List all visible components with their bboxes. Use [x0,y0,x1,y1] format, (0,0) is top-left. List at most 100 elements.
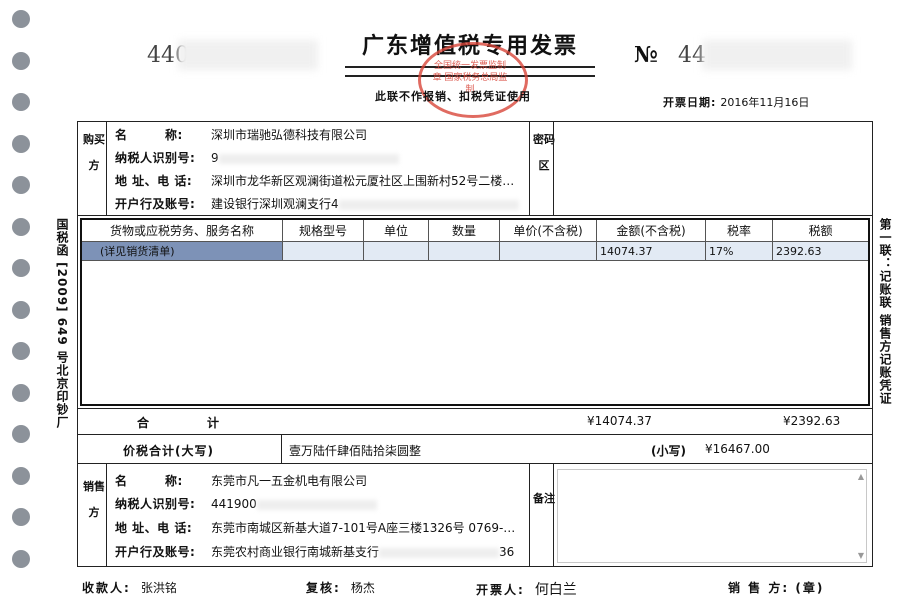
buyer-taxid-label: 纳税人识别号: [115,151,196,165]
remark-textarea[interactable]: ▲ ▼ [557,469,867,563]
seller-section: 销售方 名 称: 东莞市凡一五金机电有限公司 纳税人识别号: 441900 地 址、… [77,464,873,567]
cell-price[interactable] [499,241,597,261]
buyer-name-label: 名 称: [115,128,183,142]
binder-hole [12,466,30,485]
totals-row: 合 计 ¥14074.37 ¥2392.63 [77,408,873,434]
cipher-area-label: 密码区 [533,133,555,172]
cell-amount[interactable]: 14074.37 [596,241,706,261]
divider [106,464,107,567]
buyer-address-field[interactable]: 深圳市龙华新区观澜街道松元厦社区上围新村52号二楼… [211,172,514,189]
reviewer: 复核: 杨杰 [306,579,375,596]
buyer-name-field[interactable]: 深圳市瑞驰弘德科技有限公司 [211,126,367,143]
invoice-date: 开票日期: 2016年11月16日 [663,94,809,110]
payee-label: 收款人: [82,581,131,595]
seller-stamp: 销 售 方: (章) [728,579,834,596]
totals-tax: ¥2392.63 [783,414,841,428]
number-label: № [634,42,658,68]
buyer-section: 购买方 名 称: 深圳市瑞驰弘德科技有限公司 纳税人识别号: 9 地 址、电 话: 深… [77,121,873,216]
binder-hole [12,383,30,402]
buyer-bank-row: 开户行及账号: 建设银行深圳观澜支行4 [115,195,519,212]
redacted-code [178,40,318,70]
seller-taxid-label: 纳税人识别号: [115,497,196,511]
remark-label: 备注 [533,492,555,505]
table-row[interactable]: (详见销货清单) 14074.37 17% 2392.63 [82,241,868,261]
seller-section-label: 销售方 [83,480,105,519]
binder-hole [12,300,30,319]
binder-hole [12,176,30,194]
tax-total-row: 价税合计(大写) 壹万陆仟肆佰陆拾柒圆整 (小写) ¥16467.00 [77,434,873,464]
cell-qty[interactable] [428,241,500,261]
buyer-taxid-row: 纳税人识别号: 9 [115,149,399,166]
payee-value: 张洪铭 [140,581,177,595]
copy-note: 第一联：记账联 销售方记账凭证 [878,218,892,406]
seller-stamp-label: 销 售 方: (章) [728,581,825,595]
binder-hole [12,134,30,153]
col-header-rate: 税率 [705,220,773,242]
seller-bank-row: 开户行及账号: 东莞农村商业银行南城新基支行 36 [115,543,514,560]
col-header-tax: 税额 [772,220,868,242]
buyer-bank-field[interactable]: 建设银行深圳观澜支行4 [211,195,339,212]
redacted-taxid [256,499,377,510]
divider [553,121,554,215]
seller-taxid-field[interactable]: 441900 [211,497,257,511]
binder-hole [12,549,30,568]
tax-total-small-label: (小写) [651,444,686,458]
binder-hole [12,10,30,28]
invoice-subtitle: 此联不作报销、扣税凭证使用 [375,90,531,103]
divider [529,121,530,215]
cell-item[interactable]: (详见销货清单) [82,241,283,261]
seller-address-row: 地 址、电 话: 东莞市南城区新基大道7-101号A座三楼1326号 0769-… [115,519,515,536]
redacted-taxid [218,153,399,164]
tax-total-uppercase: 壹万陆仟肆佰陆拾柒圆整 [289,444,422,458]
cell-rate[interactable]: 17% [705,241,773,261]
issuer: 开票人: 何白兰 [476,579,577,599]
buyer-taxid-field[interactable]: 9 [211,151,219,165]
divider [281,435,282,463]
seller-address-field[interactable]: 东莞市南城区新基大道7-101号A座三楼1326号 0769-… [211,519,515,536]
redacted-number [702,40,852,70]
cell-spec[interactable] [282,241,364,261]
reviewer-label: 复核: [306,581,341,595]
cell-unit[interactable] [363,241,429,261]
binder-hole [12,93,30,111]
date-value: 2016年11月16日 [720,96,810,109]
issuer-value: 何白兰 [534,582,577,598]
col-header-unit: 单位 [363,220,429,242]
payee: 收款人: 张洪铭 [82,579,177,596]
totals-label: 合 计 [137,416,222,430]
goods-header-row: 货物或应税劳务、服务名称 规格型号 单位 数量 单价(不含税) 金额(不含税) … [82,220,868,242]
goods-table: 货物或应税劳务、服务名称 规格型号 单位 数量 单价(不含税) 金额(不含税) … [80,218,870,406]
col-header-qty: 数量 [428,220,500,242]
seller-bank-label: 开户行及账号: [115,545,196,559]
seller-name-row: 名 称: 东莞市凡一五金机电有限公司 [115,472,367,489]
totals-amount: ¥14074.37 [587,414,652,428]
tax-total-small-value: ¥16467.00 [705,442,770,456]
binder-hole [12,51,30,70]
col-header-amount: 金额(不含税) [596,220,706,242]
redacted-account [379,547,500,558]
printer-note: 国税函 [2009] 649 号北京印钞厂 [55,218,69,429]
seller-name-label: 名 称: [115,474,183,488]
seller-name-field[interactable]: 东莞市凡一五金机电有限公司 [211,472,367,489]
seller-bank-suffix: 36 [499,545,515,559]
cell-tax[interactable]: 2392.63 [772,241,868,261]
binder-hole [12,259,30,277]
col-header-item: 货物或应税劳务、服务名称 [82,220,283,242]
buyer-address-row: 地 址、电 话: 深圳市龙华新区观澜街道松元厦社区上围新村52号二楼… [115,172,514,189]
binder-holes [12,10,34,591]
scroll-up-icon[interactable]: ▲ [858,472,864,481]
binder-hole [12,425,30,443]
issuer-label: 开票人: [476,583,525,597]
redacted-account [338,199,519,210]
buyer-section-label: 购买方 [83,133,105,172]
binder-hole [12,508,30,526]
binder-hole [12,342,30,360]
seller-address-label: 地 址、电 话: [115,521,193,535]
divider [106,121,107,215]
divider [529,464,530,567]
buyer-address-label: 地 址、电 话: [115,174,193,188]
scroll-down-icon[interactable]: ▼ [858,551,864,560]
seller-bank-field[interactable]: 东莞农村商业银行南城新基支行 [211,543,379,560]
col-header-price: 单价(不含税) [499,220,597,242]
buyer-bank-label: 开户行及账号: [115,197,196,211]
